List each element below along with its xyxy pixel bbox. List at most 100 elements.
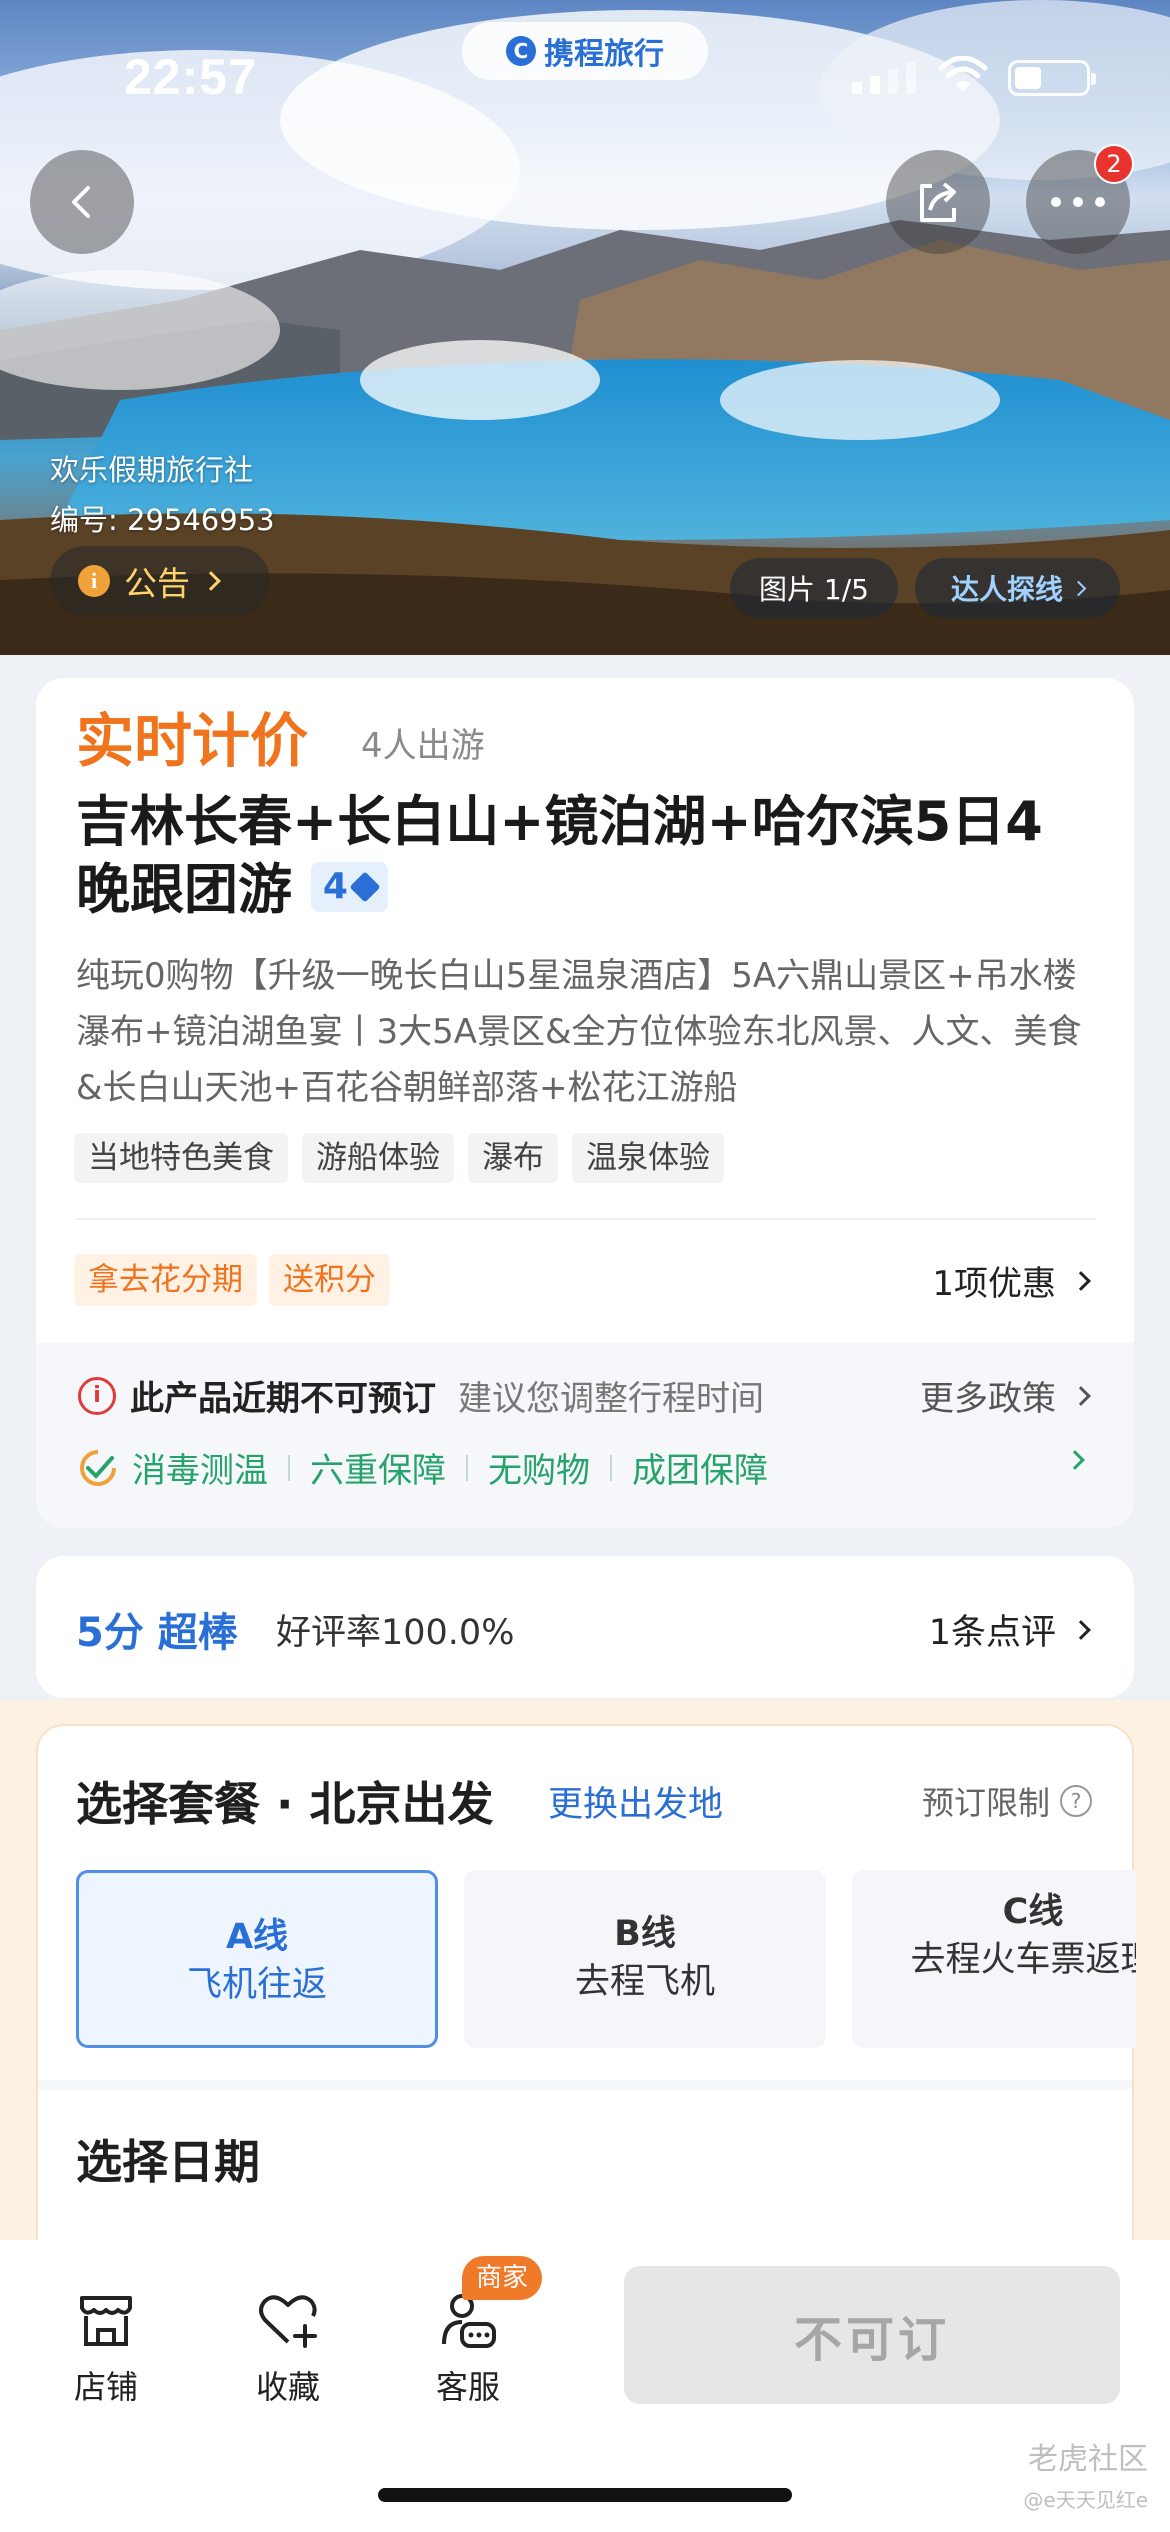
home-indicator[interactable]	[378, 2488, 792, 2502]
reviews-link[interactable]: 1条点评	[928, 1604, 1091, 1655]
favorite-tab[interactable]: 收藏	[228, 2284, 348, 2408]
talent-label: 达人探线	[950, 573, 1063, 606]
product-title: 吉林长春+长白山+镜泊湖+哈尔滨5日4晚跟团游 4	[76, 788, 1096, 924]
package-card: 选择套餐 · 北京出发 更换出发地 预订限制 ? A线 飞机往返 B线 去程飞机…	[36, 1724, 1136, 2284]
promo-tag-installment: 拿去花分期	[74, 1254, 257, 1306]
option-line: A线	[225, 1917, 289, 1957]
share-icon	[920, 182, 956, 222]
option-desc: 去程火车票返理	[910, 1940, 1136, 1980]
watermark-main: 老虎社区	[1028, 2442, 1148, 2477]
chevron-right-icon	[201, 571, 221, 591]
offers-link[interactable]: 1项优惠	[932, 1256, 1091, 1305]
booking-limit-label: 预订限制	[921, 1784, 1050, 1822]
reviews-count: 1条点评	[928, 1613, 1056, 1653]
product-id: 编号: 29546953	[50, 503, 275, 537]
option-line: B线	[614, 1914, 676, 1954]
pricing-label: 实时计价	[76, 707, 309, 775]
cellular-signal-icon	[852, 62, 916, 94]
separator	[610, 1454, 612, 1481]
package-title: 选择套餐 · 北京出发	[76, 1777, 494, 1831]
package-option-a[interactable]: A线 飞机往返	[76, 1870, 438, 2048]
warning-title: 此产品近期不可预订	[130, 1379, 436, 1419]
warning-hint: 建议您调整行程时间	[458, 1379, 764, 1419]
status-bar: 22:57 C 携程旅行	[0, 0, 1170, 150]
talent-explore-button[interactable]: 达人探线	[915, 558, 1120, 618]
diamond-icon	[349, 871, 381, 903]
more-policy-link[interactable]: 更多政策	[920, 1371, 1091, 1420]
photo-counter[interactable]: 图片 1/5	[730, 558, 898, 618]
booking-warning: i 此产品近期不可预订 建议您调整行程时间	[78, 1371, 764, 1420]
back-arrow-icon	[72, 186, 90, 218]
rating-score: 5分 超棒	[76, 1610, 238, 1656]
help-icon: ?	[1060, 1785, 1092, 1817]
package-option-c[interactable]: C线 去程火车票返理	[852, 1870, 1136, 2048]
separator	[466, 1454, 468, 1481]
agency-info: 欢乐假期旅行社 编号: 29546953	[50, 445, 275, 545]
brand-name: 携程旅行	[544, 37, 664, 72]
people-count: 4人出游	[361, 726, 485, 766]
option-desc: 飞机往返	[186, 1965, 327, 2005]
message-count-badge: 2	[1094, 144, 1134, 184]
policy-section: i 此产品近期不可预订 建议您调整行程时间 更多政策 消毒测温 六重保障 无购物…	[36, 1343, 1134, 1528]
chevron-right-icon[interactable]	[1065, 1450, 1085, 1470]
share-button[interactable]	[886, 150, 990, 254]
chevron-right-icon	[1071, 1385, 1091, 1406]
heart-plus-icon	[259, 2295, 317, 2348]
package-options: A线 飞机往返 B线 去程飞机 C线 去程火车票返理	[76, 1870, 1136, 2050]
level-value: 4	[322, 866, 348, 908]
feature-tag: 温泉体验	[572, 1133, 724, 1183]
book-button-disabled[interactable]: 不可订	[624, 2266, 1120, 2404]
product-card: 实时计价 4人出游 吉林长春+长白山+镜泊湖+哈尔滨5日4晚跟团游 4 纯玩0购…	[36, 678, 1134, 1528]
chevron-right-icon	[1071, 1619, 1091, 1640]
watermark: 老虎社区 @e天天见红e	[1023, 2440, 1148, 2520]
promo-tags[interactable]: 拿去花分期 送积分	[74, 1254, 390, 1306]
guarantee-item: 六重保障	[310, 1451, 446, 1491]
promo-tag-points: 送积分	[269, 1254, 390, 1306]
chevron-right-icon	[1070, 580, 1087, 596]
store-icon	[80, 2296, 132, 2346]
notice-label: 公告	[124, 564, 190, 603]
good-rate: 好评率100.0%	[276, 1613, 515, 1653]
customer-service-label: 客服	[435, 2368, 500, 2406]
feature-tag: 游船体验	[302, 1133, 454, 1183]
offers-label: 1项优惠	[932, 1264, 1056, 1304]
back-button[interactable]	[30, 150, 134, 254]
guarantee-check-icon	[80, 1449, 116, 1486]
notice-button[interactable]: i 公告	[50, 546, 270, 616]
rating-card[interactable]: 5分 超棒 好评率100.0% 1条点评	[36, 1556, 1134, 1698]
shop-label: 店铺	[73, 2368, 138, 2406]
feature-tag: 瀑布	[468, 1133, 558, 1183]
more-policy-label: 更多政策	[920, 1379, 1056, 1419]
booking-limit-link[interactable]: 预订限制 ?	[922, 1778, 1092, 1824]
separator	[288, 1454, 290, 1481]
customer-service-tab[interactable]: 客服	[408, 2284, 528, 2408]
watermark-sub: @e天天见红e	[1023, 2488, 1148, 2512]
shop-tab[interactable]: 店铺	[46, 2284, 166, 2408]
product-title-text: 吉林长春+长白山+镜泊湖+哈尔滨5日4晚跟团游	[76, 790, 1043, 921]
guarantee-item: 无购物	[488, 1451, 590, 1491]
guarantee-row[interactable]: 消毒测温 六重保障 无购物 成团保障	[78, 1443, 768, 1492]
favorite-label: 收藏	[255, 2368, 320, 2406]
more-dots-icon	[1051, 197, 1105, 207]
product-description: 纯玩0购物【升级一晚长白山5星温泉酒店】5A六鼎山景区+吊水楼瀑布+镜泊湖鱼宴丨…	[76, 956, 1082, 1108]
ctrip-logo-icon: C	[506, 36, 536, 66]
brand-logo: C 携程旅行	[462, 22, 708, 80]
chevron-right-icon	[1071, 1270, 1091, 1291]
hero-image[interactable]: 22:57 C 携程旅行 2 欢乐假期旅行社 编号: 29546953 i 公告…	[0, 0, 1170, 655]
product-level-badge[interactable]: 4	[310, 862, 388, 913]
info-icon: i	[78, 565, 110, 597]
divider	[76, 1218, 1096, 1220]
section-divider	[38, 2080, 1132, 2090]
status-time: 22:57	[124, 49, 257, 105]
guarantee-item: 成团保障	[632, 1451, 768, 1491]
warning-icon: i	[78, 1376, 116, 1415]
merchant-badge: 商家	[462, 2256, 543, 2300]
option-desc: 去程飞机	[574, 1962, 715, 2002]
wifi-icon	[938, 56, 988, 92]
date-section-title: 选择日期	[76, 2135, 260, 2189]
change-origin-link[interactable]: 更换出发地	[548, 1776, 723, 1827]
agency-name: 欢乐假期旅行社	[50, 453, 254, 487]
option-line: C线	[1002, 1892, 1064, 1932]
guarantee-item: 消毒测温	[132, 1451, 268, 1491]
package-option-b[interactable]: B线 去程飞机	[464, 1870, 826, 2048]
